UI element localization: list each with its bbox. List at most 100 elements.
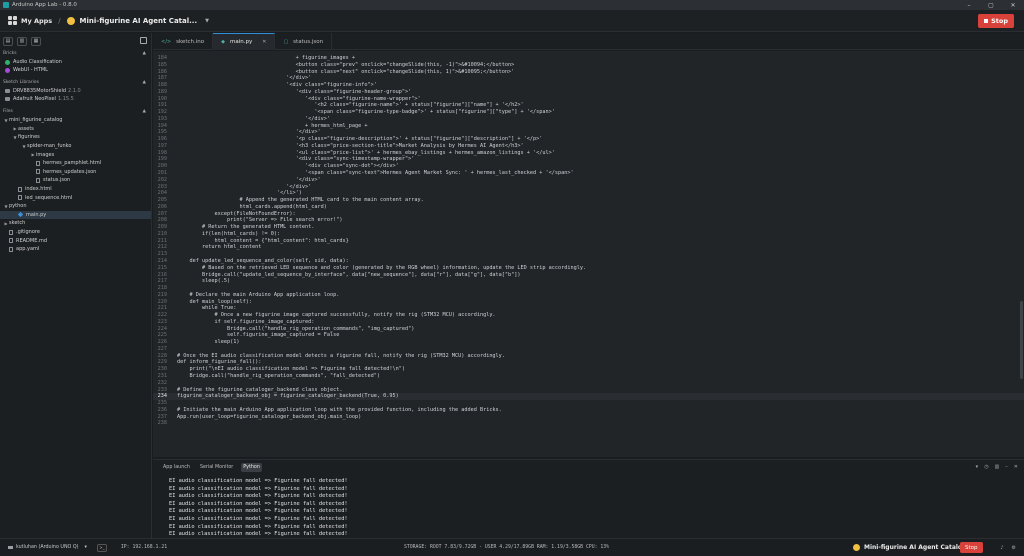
tab-main-py[interactable]: ◆ main.py ✕ xyxy=(213,33,276,50)
close-window-icon[interactable]: ✕ xyxy=(1002,0,1024,10)
add-brick-button[interactable]: ▤ xyxy=(3,36,13,46)
minimize-panel-icon[interactable]: – xyxy=(1005,464,1008,470)
code-text: '<div class="figurine-header-group">' xyxy=(177,88,412,95)
notification-bell-icon[interactable]: ♪ xyxy=(1000,545,1003,551)
file-tree-item[interactable]: ▼ python xyxy=(0,202,151,211)
library-icon xyxy=(5,89,10,93)
code-text: '</div>' xyxy=(177,129,321,136)
files-section-header[interactable]: Files ▲ xyxy=(0,107,151,116)
file-tree-item[interactable]: ▶ images xyxy=(0,150,151,159)
system-resources: STORAGE: ROOT 7.83/9.72GB - USER 4.29/17… xyxy=(404,545,610,550)
code-text: '<p class="figurine-description">' + sta… xyxy=(177,136,543,143)
status-bar: kutluhan (Arduino UNO Q) ▾ >_ IP: 192.16… xyxy=(0,538,1024,556)
editor-scrollbar[interactable] xyxy=(1020,301,1023,379)
close-panel-icon[interactable]: ✕ xyxy=(1014,464,1018,470)
stop-app-status-button[interactable]: Stop xyxy=(960,542,983,553)
code-line: 197 '<h3 class="price-section-title">Mar… xyxy=(153,143,1024,150)
chevron-up-icon: ▲ xyxy=(142,80,146,85)
code-line: 198 '<ul class="price-list">' + hermes_e… xyxy=(153,150,1024,157)
brick-label: Audio Classification xyxy=(13,59,62,65)
chevron-down-icon[interactable]: ▼ xyxy=(205,18,209,24)
file-tree-item[interactable]: main.py xyxy=(0,210,151,220)
code-text: + figurine_images + xyxy=(177,55,356,61)
tab-status-json[interactable]: ▢ status.json xyxy=(275,33,333,50)
line-number: 188 xyxy=(157,82,167,89)
filter-icon[interactable]: ▾ xyxy=(976,464,979,470)
file-tree-item[interactable]: ▼ spider-man_funko xyxy=(0,142,151,151)
file-tree-item[interactable]: index.html xyxy=(0,185,151,194)
line-number: 210 xyxy=(157,230,167,237)
my-apps-link[interactable]: My Apps xyxy=(21,17,52,25)
line-number: 212 xyxy=(157,244,167,251)
brick-icon xyxy=(5,59,10,65)
code-text: print("\nEI audio classification model =… xyxy=(177,366,405,373)
panel-tab[interactable]: App launch xyxy=(161,463,192,472)
clock-icon[interactable]: ◷ xyxy=(984,464,988,470)
settings-gear-icon[interactable]: ⚙ xyxy=(1012,545,1016,551)
close-tab-icon[interactable]: ✕ xyxy=(262,39,266,45)
file-tree-label: images xyxy=(36,151,55,158)
bricks-list: Audio Classification WebUI - HTML xyxy=(0,58,151,74)
file-tree-item[interactable]: ▼ figurines xyxy=(0,133,151,142)
line-number: 219 xyxy=(157,291,167,298)
file-tree-item[interactable]: .gitignore xyxy=(0,228,151,237)
file-tree-item[interactable]: status.json xyxy=(0,176,151,185)
library-item[interactable]: Adafruit NeoPixel 1.15.5 xyxy=(0,95,151,103)
code-line: 204 '</li>') xyxy=(153,190,1024,197)
running-app-indicator: Mini-figurine AI Agent Catalogar xyxy=(853,544,973,551)
stop-button-label: Stop xyxy=(991,17,1008,25)
apps-grid-icon[interactable] xyxy=(8,16,17,25)
line-number: 225 xyxy=(157,332,167,339)
line-number: 213 xyxy=(157,251,167,258)
board-selector[interactable]: kutluhan (Arduino UNO Q) ▾ xyxy=(8,545,87,550)
app-title-dropdown[interactable]: Mini-figurine AI Agent Catal... xyxy=(80,17,198,25)
file-tree-item[interactable]: hermes_pamphlet.html xyxy=(0,159,151,168)
code-text: Bridge.call("handle_rig_operation_comman… xyxy=(177,372,381,379)
file-tree-item[interactable]: ▶ assets xyxy=(0,125,151,134)
brick-item[interactable]: WebUI - HTML xyxy=(0,66,151,74)
line-number: 217 xyxy=(157,278,167,285)
minimize-icon[interactable]: – xyxy=(958,0,980,10)
line-number: 230 xyxy=(157,366,167,373)
panel-tab[interactable]: Serial Monitor xyxy=(198,463,235,472)
file-tree-label: main.py xyxy=(26,211,47,218)
tab-label: sketch.ino xyxy=(176,38,205,45)
file-tree-label: status.json xyxy=(43,177,71,184)
panel-tab[interactable]: Python xyxy=(241,462,262,472)
code-line: 228 # Once the EI audio classification mo… xyxy=(153,353,1024,360)
tab-sketch-ino[interactable]: </> sketch.ino xyxy=(153,33,214,50)
line-number: 238 xyxy=(157,420,167,427)
console-line: EI audio classification model => Figurin… xyxy=(169,523,348,530)
file-tree-item[interactable]: ▼ mini_figurine_catalog xyxy=(0,116,151,125)
code-text: html_content = {"html_content": html_car… xyxy=(177,237,349,244)
collapse-sidebar-icon[interactable] xyxy=(140,37,147,44)
code-line: 235 xyxy=(153,400,1024,407)
code-editor[interactable]: 184 + figurine_images +185 <button class… xyxy=(153,51,1024,457)
libraries-section-header[interactable]: Sketch Libraries ▲ xyxy=(0,78,151,87)
stop-icon xyxy=(984,19,989,23)
library-item[interactable]: DRV8835MotorShield 2.1.0 xyxy=(0,87,151,95)
split-icon[interactable]: ▥ xyxy=(995,464,1000,470)
file-tree-item[interactable]: ▶ sketch xyxy=(0,219,151,228)
tab-label: main.py xyxy=(229,39,253,45)
file-tree-item[interactable]: app.yaml xyxy=(0,245,151,254)
file-tree-item[interactable]: led_sequence.html xyxy=(0,193,151,202)
stop-app-button[interactable]: Stop xyxy=(978,14,1014,28)
maximize-icon[interactable]: ▢ xyxy=(980,0,1002,10)
brick-item[interactable]: Audio Classification xyxy=(0,58,151,66)
status-icons: ♪ ⚙ xyxy=(992,545,1016,551)
add-library-button[interactable]: ▥ xyxy=(17,36,27,46)
line-number: 218 xyxy=(157,285,167,292)
code-line: 232 xyxy=(153,380,1024,387)
line-number: 228 xyxy=(157,352,167,359)
line-number: 196 xyxy=(157,136,167,143)
file-tree-item[interactable]: hermes_updates.json xyxy=(0,168,151,177)
add-file-button[interactable]: ▦ xyxy=(31,36,41,46)
bricks-section-header[interactable]: Bricks ▲ xyxy=(0,49,151,58)
chevron-up-icon: ▲ xyxy=(142,109,146,114)
terminal-icon[interactable]: >_ xyxy=(96,543,107,552)
file-tree-label: python xyxy=(9,203,27,210)
libraries-list: DRV8835MotorShield 2.1.0 Adafruit NeoPixel… xyxy=(0,87,151,103)
line-number: 223 xyxy=(157,318,167,325)
file-tree-item[interactable]: README.md xyxy=(0,236,151,245)
